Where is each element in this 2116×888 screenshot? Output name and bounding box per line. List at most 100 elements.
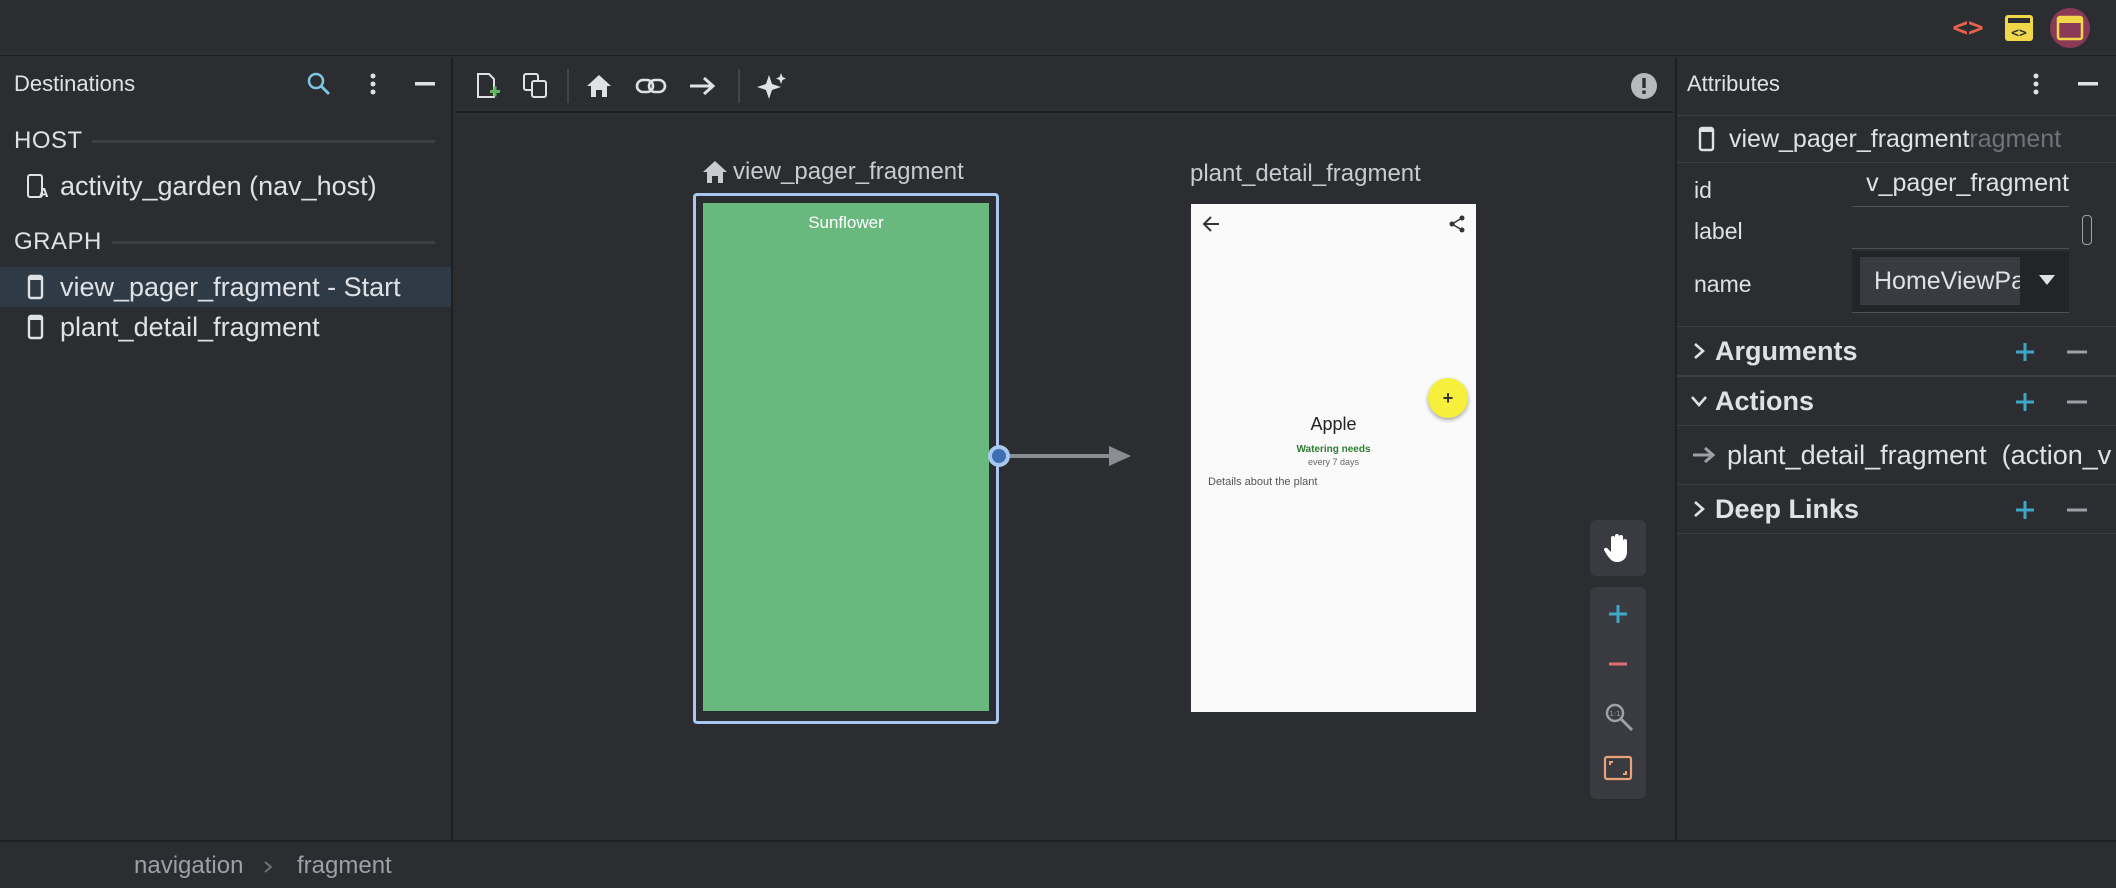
scrollbar-thumb[interactable] — [2082, 215, 2092, 245]
remove-argument-icon[interactable] — [2064, 339, 2090, 365]
add-plant-fab: + — [1428, 378, 1468, 418]
deep-links-group[interactable]: Deep Links — [1677, 484, 2116, 534]
graph-item-label: plant_detail_fragment — [60, 311, 320, 342]
nested-graph-icon — [523, 73, 547, 98]
arguments-title: Arguments — [1715, 335, 1858, 366]
name-value-box: HomeViewPa — [1860, 257, 2020, 305]
arrow-right-icon — [690, 76, 716, 96]
sparkle-icon — [757, 73, 786, 99]
arguments-group[interactable]: Arguments — [1677, 326, 2116, 376]
zoom-actual-size-button[interactable]: 1:1 — [1603, 701, 1635, 733]
graph-item-label: view_pager_fragment - Start — [60, 271, 401, 302]
watering-interval: every 7 days — [1307, 457, 1360, 467]
breadcrumb-chevron-icon — [264, 861, 273, 873]
plant-detail-fragment-destination[interactable]: + Apple Watering needs every 7 days Deta… — [1191, 204, 1476, 712]
zoom-in-button[interactable] — [1603, 599, 1633, 629]
plant-description: Details about the plant — [1208, 476, 1318, 488]
fragment-icon — [27, 274, 44, 300]
hand-icon — [1603, 534, 1627, 562]
remove-deep-link-icon[interactable] — [2064, 497, 2090, 523]
label-field[interactable] — [1852, 211, 2069, 249]
attributes-more-button[interactable] — [2023, 71, 2049, 97]
arrow-right-icon — [1693, 446, 1716, 464]
more-vertical-icon — [370, 73, 376, 95]
remove-action-icon[interactable] — [2064, 389, 2090, 415]
destinations-panel: Destinations HOST A activity_garden (nav… — [0, 57, 453, 840]
host-divider — [92, 140, 435, 143]
minimize-icon — [415, 82, 435, 86]
magnifier-icon: 1:1 — [1605, 703, 1634, 732]
split-icon: <> — [2005, 15, 2033, 41]
add-deep-link-icon[interactable] — [2012, 497, 2038, 523]
chevron-right-icon — [1694, 501, 1705, 517]
add-action-icon[interactable] — [2012, 389, 2038, 415]
new-destination-button[interactable] — [469, 67, 507, 105]
name-value: HomeViewPa — [1874, 266, 2020, 295]
navigation-graph-canvas[interactable]: view_pager_fragment Sunflower plant_deta… — [455, 115, 1673, 840]
start-home-icon — [703, 161, 727, 183]
fragment-icon — [27, 314, 44, 340]
minus-icon — [1609, 662, 1627, 666]
host-section-label: HOST — [14, 127, 83, 154]
deep-links-title: Deep Links — [1715, 493, 1860, 524]
breadcrumb: navigation fragment — [0, 840, 2116, 888]
selected-component-name: view_pager_fragment — [1729, 124, 1970, 153]
svg-text:A: A — [39, 186, 48, 199]
host-item-label: activity_garden (nav_host) — [60, 170, 377, 201]
svg-text:1:1: 1:1 — [1609, 710, 1620, 718]
nest-graph-button[interactable] — [517, 67, 555, 105]
zoom-out-button[interactable] — [1603, 649, 1633, 679]
host-item[interactable]: A activity_garden (nav_host) — [0, 166, 451, 206]
action-item[interactable]: plant_detail_fragment (action_v — [1677, 427, 2116, 483]
plus-icon — [1609, 605, 1627, 623]
graph-item-view-pager-fragment[interactable]: view_pager_fragment - Start — [0, 267, 451, 307]
share-icon — [1449, 215, 1465, 233]
code-icon: <> — [1952, 13, 1984, 43]
chevron-right-icon — [1694, 343, 1705, 359]
action-arrow[interactable] — [985, 441, 1135, 471]
selected-component-header: view_pager_fragment ragment — [1677, 115, 2116, 163]
zoom-controls: 1:1 — [1590, 587, 1646, 799]
zoom-to-fit-button[interactable] — [1603, 753, 1633, 783]
breadcrumb-navigation[interactable]: navigation — [134, 852, 243, 880]
back-arrow-icon — [1202, 216, 1219, 232]
minimize-icon — [2078, 82, 2098, 86]
fragment-icon — [1698, 126, 1715, 152]
attributes-panel: Attributes view_pager_fragment ragment i… — [1675, 57, 2116, 840]
hide-panel-button[interactable] — [412, 71, 438, 97]
design-mode-button[interactable] — [2050, 8, 2090, 48]
fit-screen-icon — [1603, 755, 1633, 781]
assign-start-button[interactable] — [580, 67, 618, 105]
view-pager-fragment-destination[interactable]: Sunflower — [693, 193, 999, 724]
selected-component-ghost: ragment — [1969, 124, 2062, 153]
chevron-down-icon — [1691, 396, 1707, 407]
chevron-down-icon[interactable] — [2038, 273, 2056, 287]
graph-item-plant-detail-fragment[interactable]: plant_detail_fragment — [0, 307, 451, 347]
search-button[interactable] — [306, 71, 332, 97]
issues-button[interactable] — [1625, 67, 1663, 105]
top-bar: <> <> — [0, 0, 2116, 56]
graph-divider — [112, 241, 435, 244]
breadcrumb-fragment[interactable]: fragment — [297, 852, 392, 880]
add-argument-icon[interactable] — [2012, 339, 2038, 365]
toolbar-separator — [567, 69, 569, 103]
action-item-label: plant_detail_fragment (action_v — [1727, 439, 2112, 470]
home-icon — [587, 75, 611, 97]
id-value: v_pager_fragment — [1866, 169, 2069, 197]
id-field[interactable]: v_pager_fragment — [1852, 169, 2069, 207]
pan-mode-button[interactable] — [1590, 520, 1646, 576]
actions-group[interactable]: Actions — [1677, 376, 2116, 426]
attributes-hide-button[interactable] — [2075, 71, 2101, 97]
id-label: id — [1694, 177, 1712, 203]
add-deep-link-button[interactable] — [632, 67, 670, 105]
code-mode-button[interactable]: <> — [1948, 8, 1988, 48]
detail-fragment-label: plant_detail_fragment — [1190, 160, 1421, 187]
name-field[interactable]: HomeViewPa — [1852, 251, 2069, 313]
split-mode-button[interactable]: <> — [1999, 8, 2039, 48]
add-action-button[interactable] — [683, 67, 721, 105]
watering-title: Watering needs — [1296, 444, 1371, 455]
auto-arrange-button[interactable] — [753, 67, 791, 105]
activity-icon: A — [27, 174, 48, 199]
new-destination-icon — [477, 73, 500, 98]
more-options-button[interactable] — [360, 71, 386, 97]
